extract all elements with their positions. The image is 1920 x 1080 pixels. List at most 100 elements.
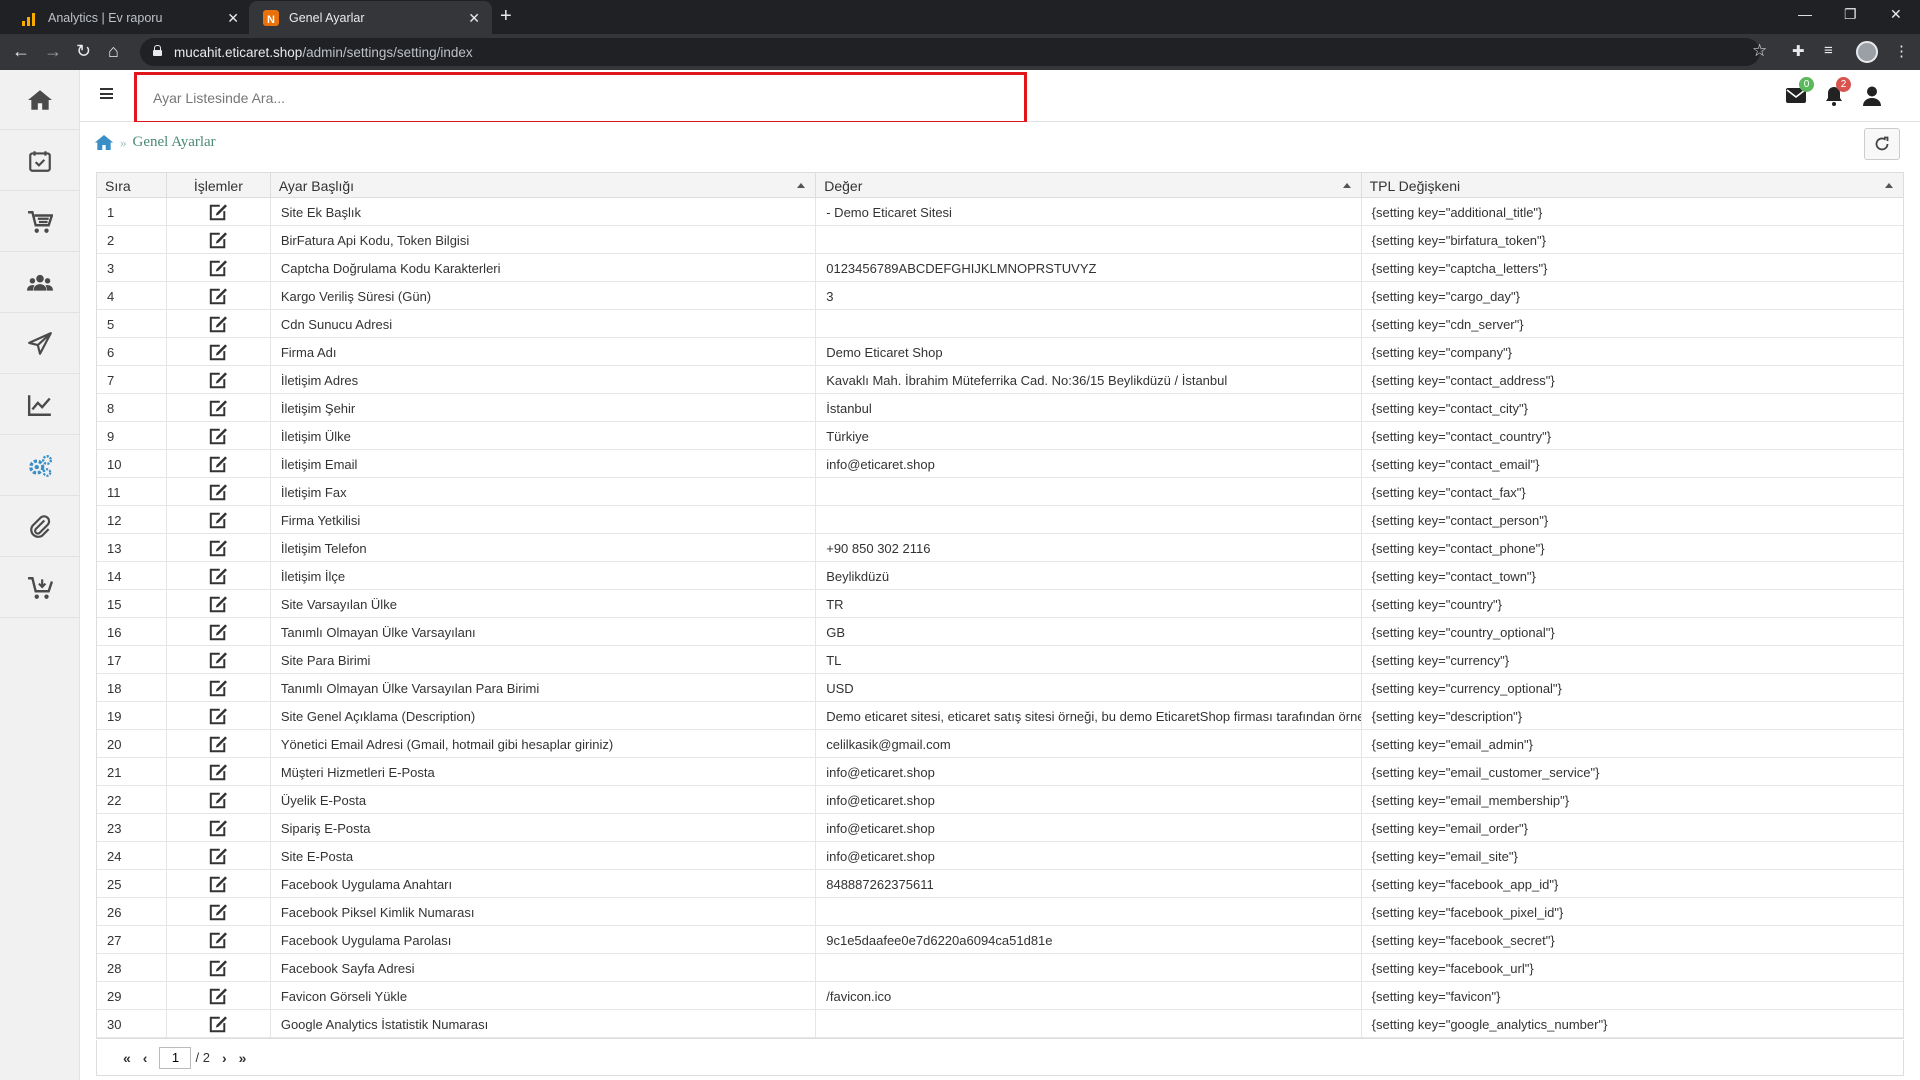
bookmark-star-icon[interactable]: ☆ [1752,41,1767,61]
table-row: 25 Facebook Uygulama Anahtarı 848887262375… [97,870,1903,898]
edit-button[interactable] [167,394,271,421]
edit-button[interactable] [167,198,271,225]
edit-button[interactable] [167,618,271,645]
breadcrumb-separator-icon: » [120,134,127,150]
cell-tpl-variable: {setting key="contact_phone"} [1371,541,1545,556]
new-tab-icon[interactable]: + [500,5,512,28]
edit-button[interactable] [167,254,271,281]
edit-button[interactable] [167,646,271,673]
cell-order: 22 [97,786,167,813]
edit-button[interactable] [167,730,271,757]
cell-tpl-variable: {setting key="company"} [1371,345,1513,360]
edit-button[interactable] [167,590,271,617]
edit-button[interactable] [167,954,271,981]
send-icon [28,331,52,355]
edit-button[interactable] [167,366,271,393]
close-icon[interactable]: ✕ [468,10,480,27]
restore-icon[interactable]: ❐ [1844,6,1857,23]
main-content: » Genel Ayarlar Sıra İşlemler Ayar Başlı… [80,122,1920,1080]
cell-order: 29 [97,982,167,1009]
cell-title: Cdn Sunucu Adresi [271,310,817,337]
settings-icon [29,454,53,477]
first-page-icon[interactable]: « [123,1050,131,1066]
back-icon[interactable]: ← [12,41,30,62]
edit-button[interactable] [167,786,271,813]
sidebar-item-reports[interactable] [0,375,80,435]
reading-list-icon[interactable]: ≡ [1824,42,1833,59]
reload-icon[interactable]: ↻ [76,41,91,62]
edit-icon [210,428,228,445]
edit-button[interactable] [167,982,271,1009]
sidebar-item-campaigns[interactable] [0,314,80,374]
edit-button[interactable] [167,226,271,253]
home-browser-icon[interactable]: ⌂ [108,41,119,62]
edit-button[interactable] [167,758,271,785]
cell-order: 1 [97,198,167,225]
col-header-tpl[interactable]: TPL Değişkeni [1362,173,1903,197]
extensions-icon[interactable]: ✚ [1792,42,1805,60]
col-header-value[interactable]: Değer [816,173,1362,197]
sidebar-item-home[interactable] [0,70,80,130]
col-header-order[interactable]: Sıra [97,173,167,197]
cell-order: 23 [97,814,167,841]
edit-button[interactable] [167,422,271,449]
home-icon[interactable] [94,134,114,151]
menu-toggle-icon[interactable] [100,88,113,99]
sidebar-item-orders[interactable] [0,192,80,252]
cell-order: 21 [97,758,167,785]
forward-icon[interactable]: → [44,41,62,62]
close-icon[interactable]: ✕ [227,10,239,27]
window-close-icon[interactable]: ✕ [1890,6,1902,23]
page-number-input[interactable] [159,1046,192,1069]
edit-button[interactable] [167,870,271,897]
sort-asc-icon[interactable] [797,183,806,188]
address-bar[interactable]: mucahit.eticaret.shop/admin/settings/set… [140,38,1760,66]
tab-title: Genel Ayarlar [289,10,365,25]
edit-button[interactable] [167,338,271,365]
minimize-icon[interactable]: — [1798,6,1812,22]
cell-title: Sipariş E-Posta [271,814,817,841]
notifications-button[interactable]: 2 [1825,77,1851,111]
cell-title: İletişim Adres [271,366,817,393]
sidebar-item-tasks[interactable] [0,131,80,191]
edit-button[interactable] [167,926,271,953]
tab-analytics[interactable]: Analytics | Ev raporu ✕ [8,1,251,34]
last-page-icon[interactable]: » [239,1050,247,1066]
messages-button[interactable]: 0 [1786,77,1814,109]
cell-title: Tanımlı Olmayan Ülke Varsayılanı [271,618,817,645]
refresh-button[interactable] [1864,128,1900,160]
sort-asc-icon[interactable] [1885,183,1894,188]
prev-page-icon[interactable]: ‹ [143,1050,148,1066]
edit-button[interactable] [167,450,271,477]
tab-genel-ayarlar[interactable]: N Genel Ayarlar ✕ [249,1,492,34]
edit-button[interactable] [167,282,271,309]
sort-asc-icon[interactable] [1342,183,1351,188]
edit-button[interactable] [167,1010,271,1037]
profile-avatar[interactable] [1856,41,1878,63]
search-input[interactable] [137,75,1024,121]
edit-button[interactable] [167,562,271,589]
edit-button[interactable] [167,842,271,869]
sidebar-item-settings[interactable] [0,436,80,496]
sidebar-item-users[interactable] [0,253,80,313]
edit-button[interactable] [167,506,271,533]
edit-button[interactable] [167,814,271,841]
menu-dots-icon[interactable]: ⋮ [1894,42,1909,60]
next-page-icon[interactable]: › [222,1050,227,1066]
cell-order: 15 [97,590,167,617]
edit-icon [210,988,228,1005]
cell-tpl-variable: {setting key="country_optional"} [1371,625,1555,640]
sidebar-item-attachments[interactable] [0,497,80,557]
sidebar-item-cart-export[interactable] [0,558,80,618]
edit-button[interactable] [167,534,271,561]
user-menu-button[interactable] [1863,86,1881,111]
edit-button[interactable] [167,310,271,337]
edit-button[interactable] [167,898,271,925]
cell-title: Firma Adı [271,338,817,365]
edit-button[interactable] [167,702,271,729]
edit-button[interactable] [167,674,271,701]
table-row: 29 Favicon Görseli Yükle/favicon.ico {sett… [97,982,1903,1010]
edit-button[interactable] [167,478,271,505]
cell-tpl-variable: {setting key="email_order"} [1371,821,1528,836]
col-header-title[interactable]: Ayar Başlığı [271,173,817,197]
